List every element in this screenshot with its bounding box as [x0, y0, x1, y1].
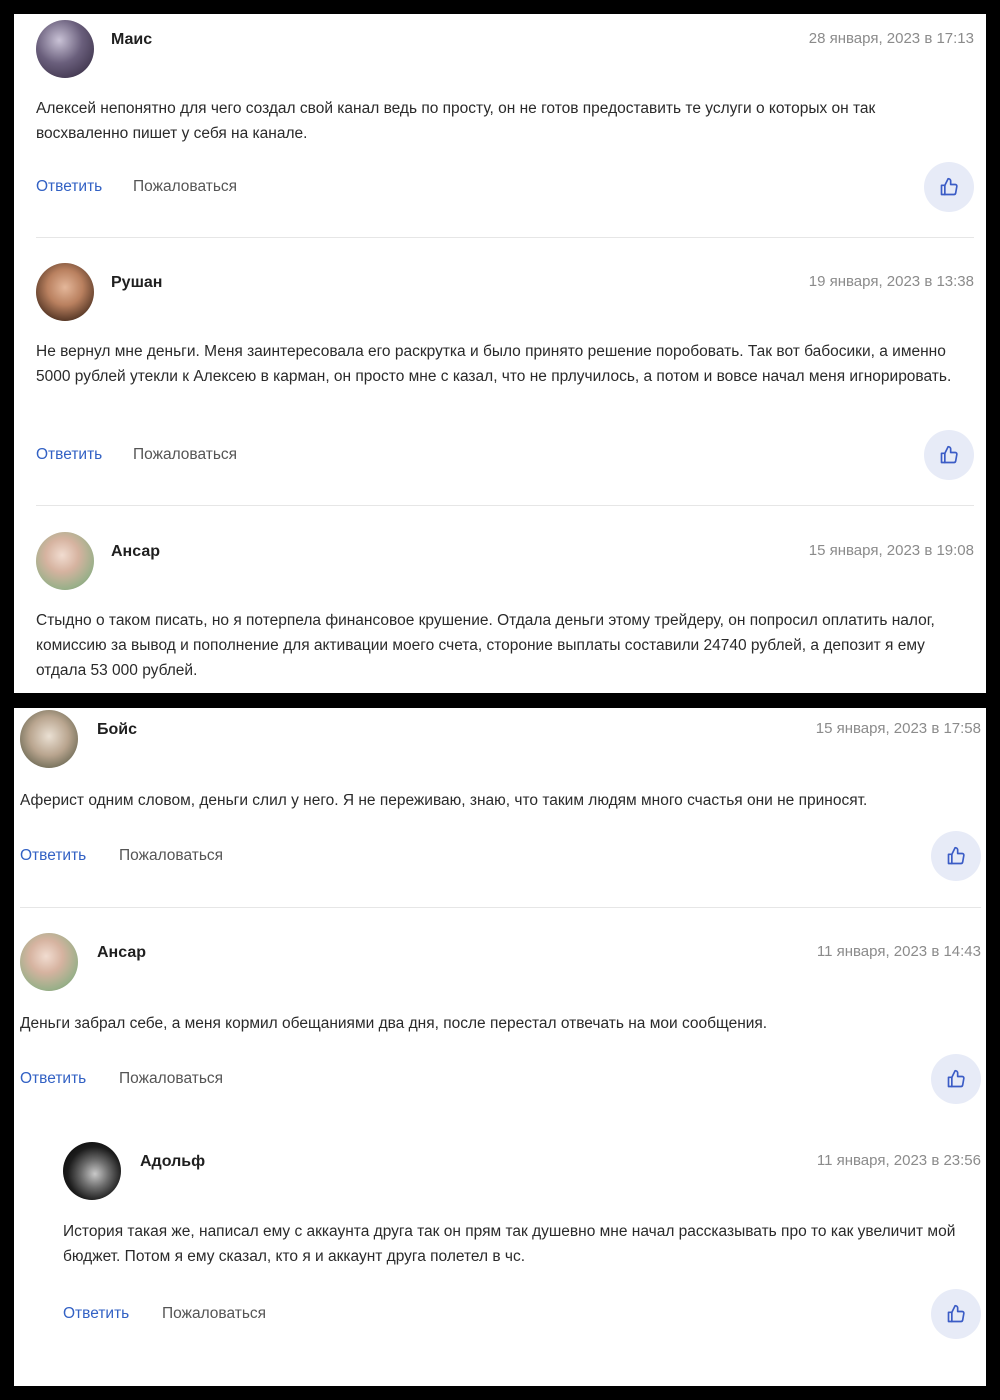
like-button[interactable]: [931, 1054, 981, 1104]
comment-text: Стыдно о таком писать, но я потерпела фи…: [36, 612, 935, 679]
comment-text: Не вернул мне деньги. Меня заинтересовал…: [36, 343, 952, 385]
comment-date: 28 января, 2023 в 17:13: [808, 30, 974, 47]
comment-date: 11 января, 2023 в 14:43: [816, 943, 981, 960]
like-button[interactable]: [924, 162, 974, 212]
reply-button[interactable]: Ответить: [63, 1305, 129, 1323]
avatar[interactable]: [20, 710, 78, 768]
divider: [36, 237, 974, 238]
comment-author[interactable]: Маис: [111, 31, 152, 49]
comment-text: История такая же, написал ему с аккаунта…: [63, 1223, 956, 1265]
reply-button[interactable]: Ответить: [36, 446, 102, 464]
comments-panel-top: Маис 28 января, 2023 в 17:13 Алексей неп…: [14, 14, 986, 693]
report-button[interactable]: Пожаловаться: [133, 178, 237, 196]
comment: Маис 28 января, 2023 в 17:13 Алексей неп…: [36, 20, 974, 220]
avatar[interactable]: [36, 532, 94, 590]
comments-panel-bottom: Бойс 15 января, 2023 в 17:58 Аферист одн…: [14, 708, 986, 1386]
like-button[interactable]: [931, 1289, 981, 1339]
comment-text: Алексей непонятно для чего создал свой к…: [36, 100, 876, 142]
comment-author[interactable]: Ансар: [111, 543, 160, 561]
comment-author[interactable]: Рушан: [111, 274, 162, 292]
comment-date: 15 января, 2023 в 19:08: [808, 542, 974, 559]
reply-button[interactable]: Ответить: [20, 847, 86, 865]
comment-date: 11 января, 2023 в 23:56: [816, 1152, 981, 1169]
comment-author[interactable]: Бойс: [97, 721, 137, 739]
divider: [20, 907, 981, 908]
comment-text: Деньги забрал себе, а меня кормил обещан…: [20, 1015, 768, 1032]
thumbs-up-icon: [947, 1304, 965, 1323]
comment-text: Аферист одним словом, деньги слил у него…: [20, 792, 868, 809]
avatar[interactable]: [36, 20, 94, 78]
thumbs-up-icon: [947, 1069, 965, 1088]
reply-button[interactable]: Ответить: [36, 178, 102, 196]
report-button[interactable]: Пожаловаться: [162, 1305, 266, 1323]
reply-comment: Адольф 11 января, 2023 в 23:56 История т…: [63, 1142, 981, 1342]
thumbs-up-icon: [947, 846, 965, 865]
avatar[interactable]: [20, 933, 78, 991]
comment-author[interactable]: Ансар: [97, 944, 146, 962]
like-button[interactable]: [931, 831, 981, 881]
reply-button[interactable]: Ответить: [20, 1070, 86, 1088]
comment-date: 19 января, 2023 в 13:38: [808, 273, 974, 290]
report-button[interactable]: Пожаловаться: [119, 847, 223, 865]
report-button[interactable]: Пожаловаться: [133, 446, 237, 464]
thumbs-up-icon: [940, 177, 958, 196]
comment: Рушан 19 января, 2023 в 13:38 Не вернул …: [36, 263, 974, 493]
comment-author[interactable]: Адольф: [140, 1153, 205, 1171]
comment: Ансар 11 января, 2023 в 14:43 Деньги заб…: [20, 933, 981, 1108]
comment-date: 15 января, 2023 в 17:58: [815, 720, 981, 737]
comment: Ансар 15 января, 2023 в 19:08 Стыдно о т…: [36, 532, 974, 693]
avatar[interactable]: [36, 263, 94, 321]
comment: Бойс 15 января, 2023 в 17:58 Аферист одн…: [20, 710, 981, 885]
report-button[interactable]: Пожаловаться: [119, 1070, 223, 1088]
like-button[interactable]: [924, 430, 974, 480]
divider: [36, 505, 974, 506]
avatar[interactable]: [63, 1142, 121, 1200]
thumbs-up-icon: [940, 445, 958, 464]
